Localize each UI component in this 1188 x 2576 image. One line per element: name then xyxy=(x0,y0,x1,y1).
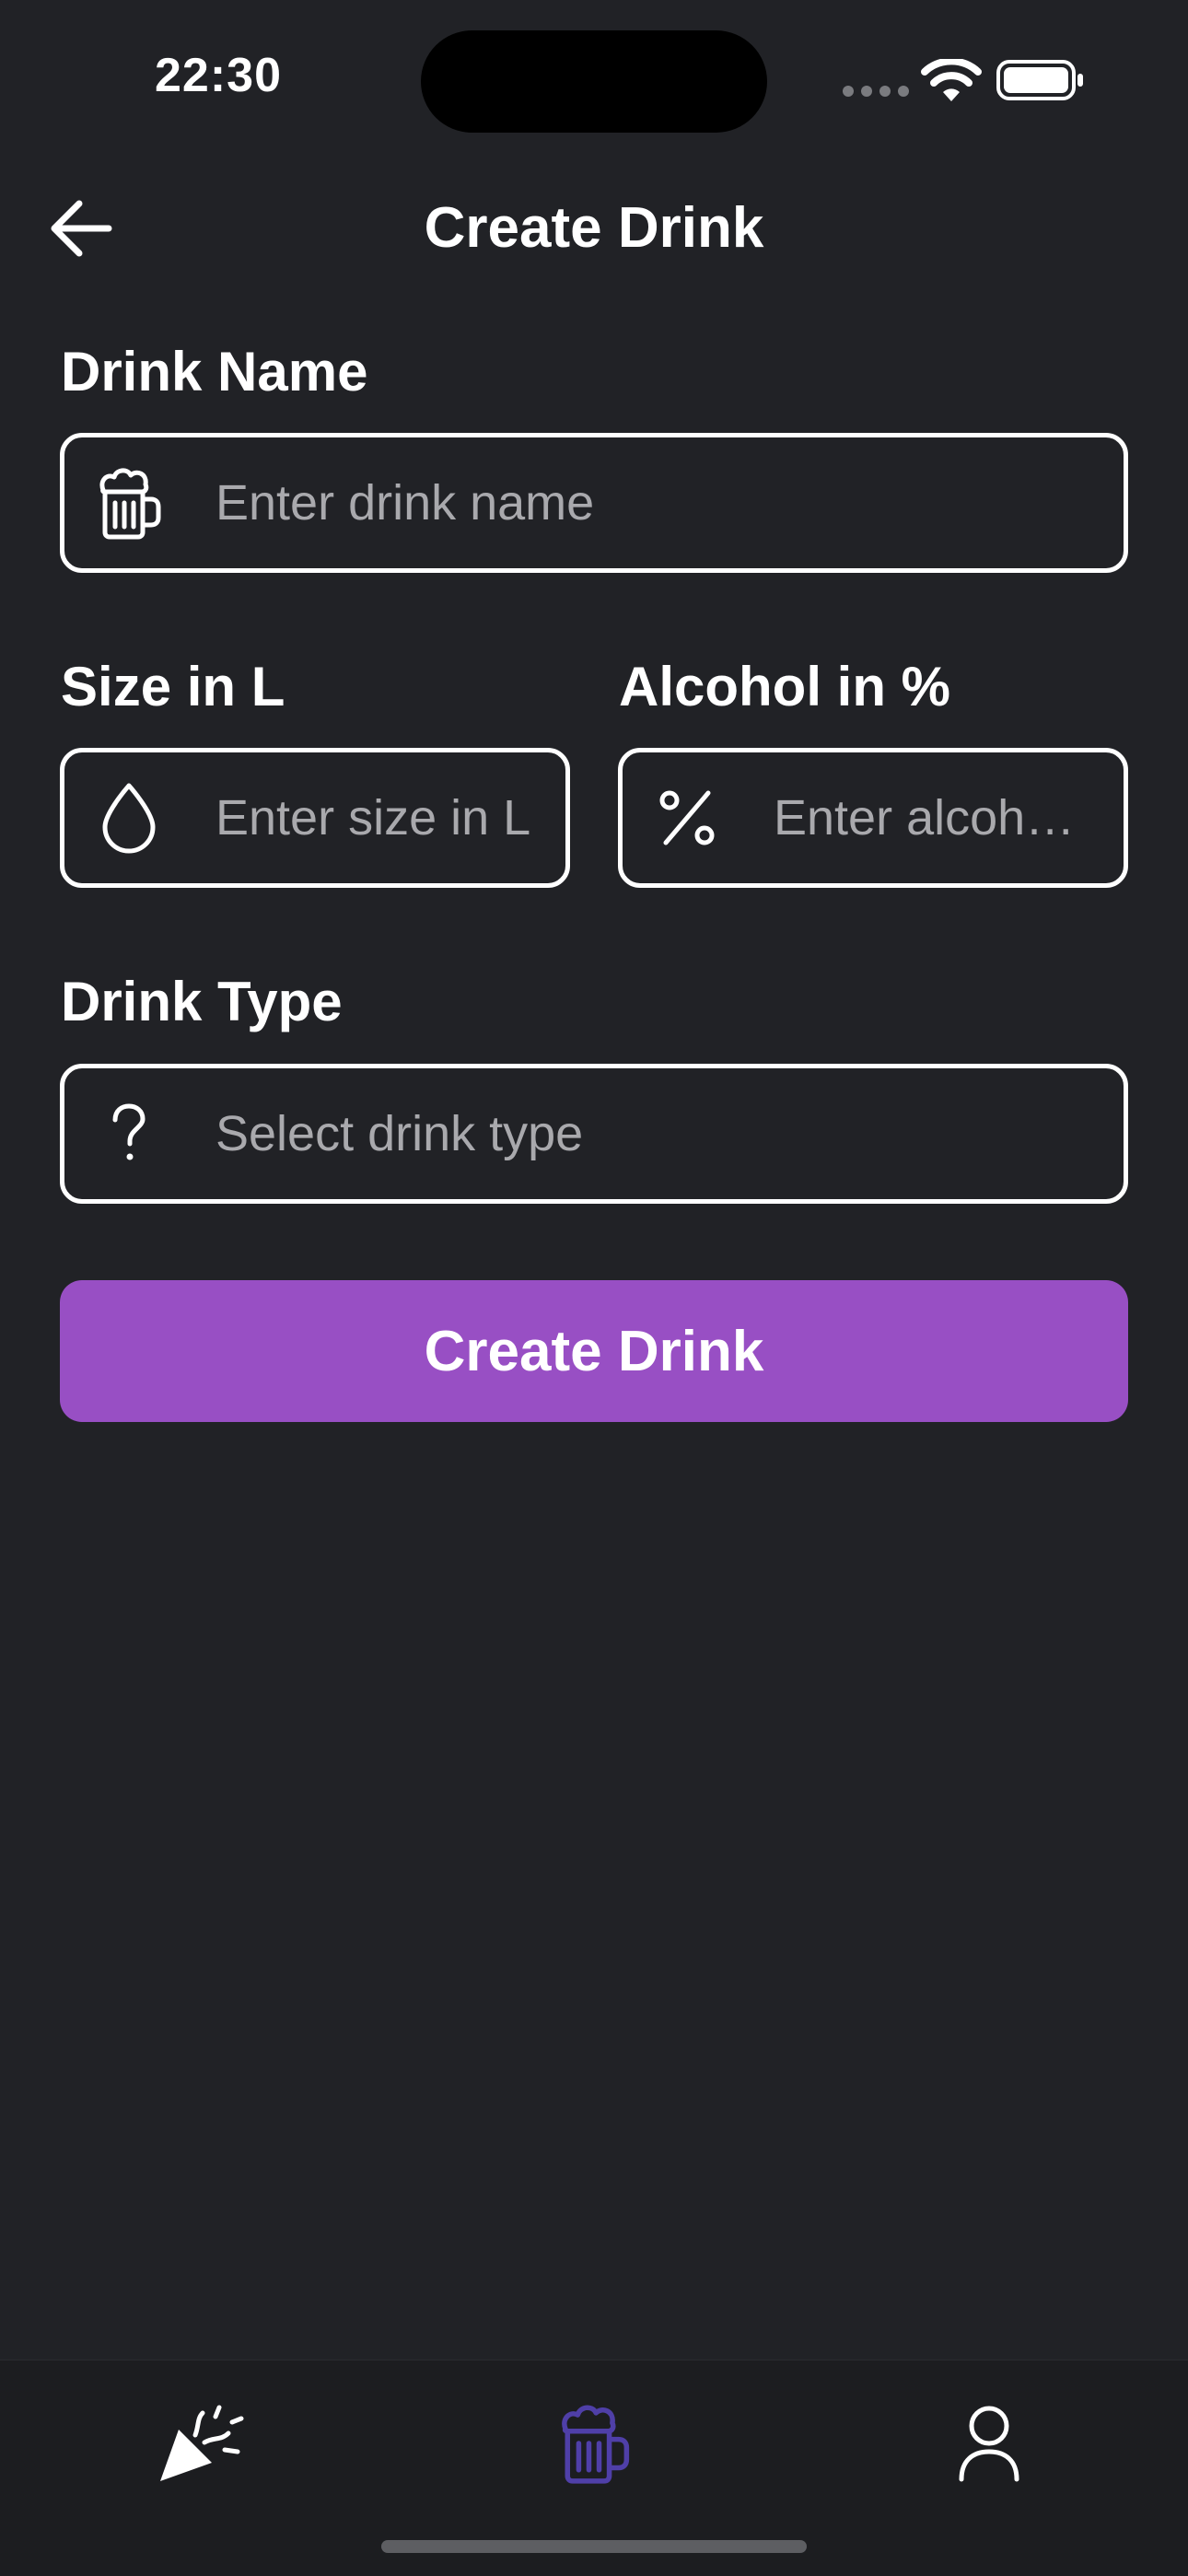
beer-mug-icon xyxy=(562,2405,630,2484)
beer-mug-icon xyxy=(64,437,193,568)
navigation-bar: Create Drink xyxy=(0,166,1188,286)
tab-party[interactable] xyxy=(136,2379,265,2508)
drink-name-field[interactable] xyxy=(60,433,1128,573)
percent-icon xyxy=(623,752,751,883)
drink-type-placeholder: Select drink type xyxy=(215,1106,584,1161)
home-indicator xyxy=(381,2540,807,2553)
size-input[interactable] xyxy=(215,789,538,846)
status-time: 22:30 xyxy=(155,49,282,102)
tab-drinks[interactable] xyxy=(530,2379,658,2508)
question-mark-icon xyxy=(64,1068,193,1199)
size-field[interactable] xyxy=(60,748,570,888)
drink-name-label: Drink Name xyxy=(61,341,368,402)
create-drink-button[interactable]: Create Drink xyxy=(60,1280,1128,1422)
alcohol-input[interactable] xyxy=(774,789,1096,846)
tab-profile[interactable] xyxy=(925,2379,1054,2508)
wifi-icon xyxy=(921,59,982,101)
drink-type-label: Drink Type xyxy=(61,971,343,1032)
cellular-signal-icon xyxy=(843,86,909,97)
party-popper-icon xyxy=(160,2405,244,2481)
user-icon xyxy=(959,2406,1019,2482)
status-bar: 22:30 xyxy=(0,0,1188,157)
drink-name-input[interactable] xyxy=(215,474,1096,531)
battery-icon xyxy=(996,60,1083,100)
alcohol-label: Alcohol in % xyxy=(619,656,950,717)
droplet-icon xyxy=(64,752,193,883)
drink-type-select[interactable]: Select drink type xyxy=(60,1064,1128,1204)
page-title: Create Drink xyxy=(424,196,764,260)
alcohol-field[interactable] xyxy=(618,748,1128,888)
dynamic-island xyxy=(421,30,767,133)
size-label: Size in L xyxy=(61,656,285,717)
